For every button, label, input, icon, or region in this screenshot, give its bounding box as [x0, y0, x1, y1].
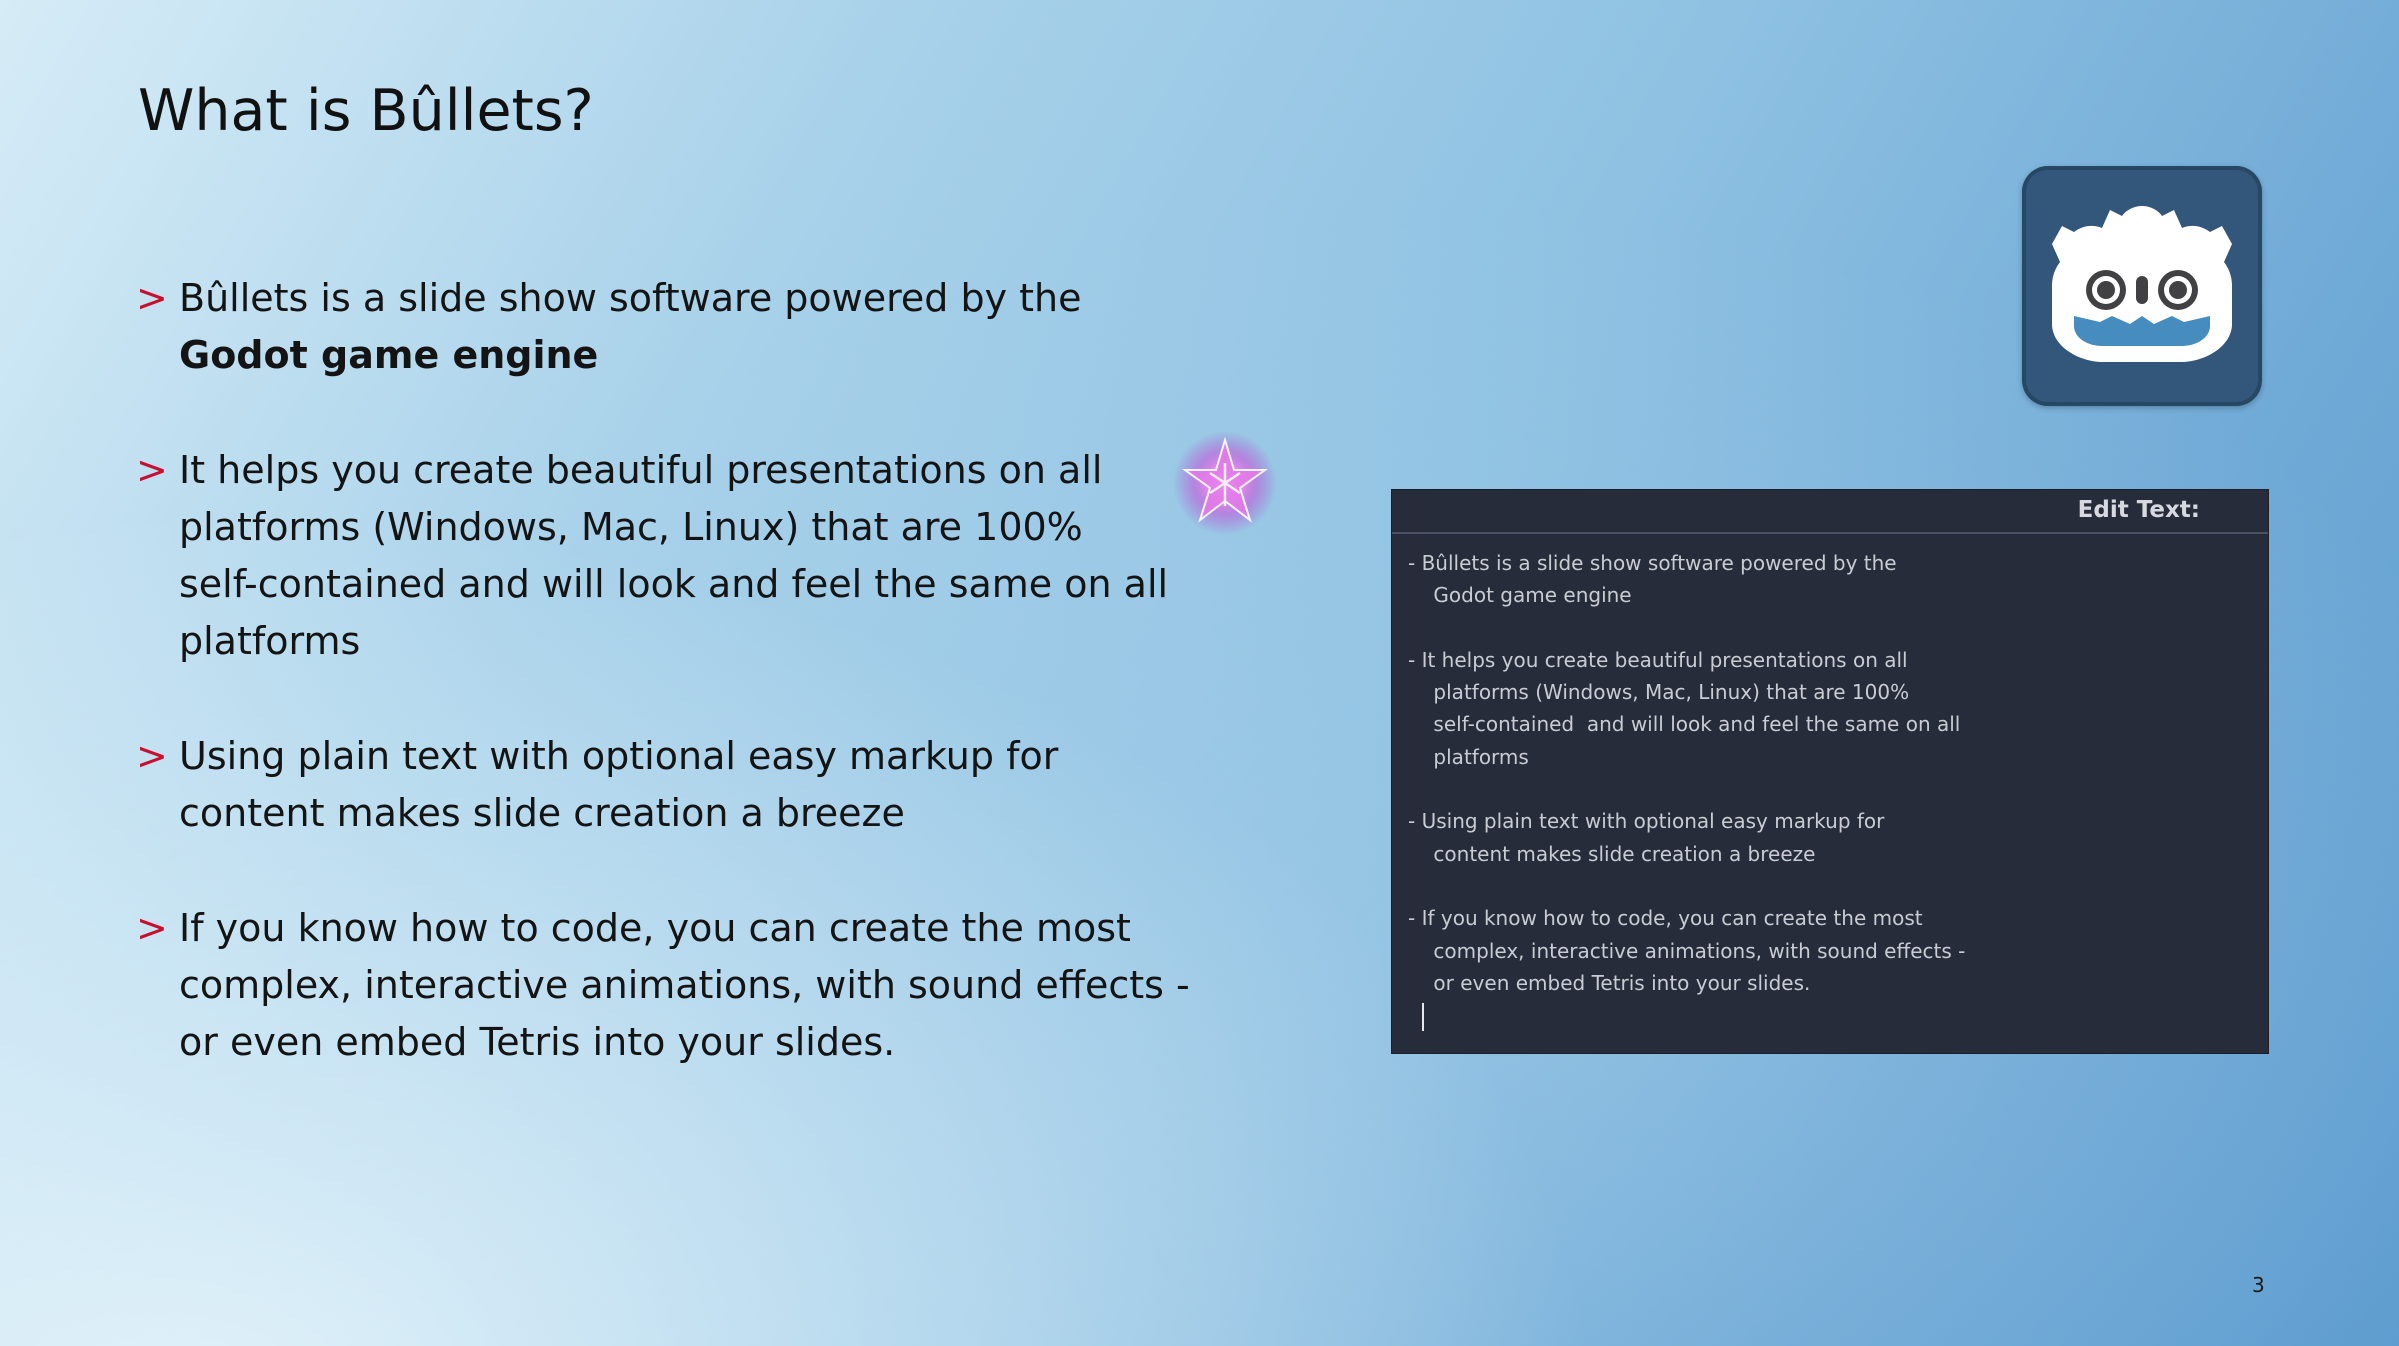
bullet-line: It helps you create beautiful presentati…	[179, 448, 1103, 492]
godot-logo-icon	[2022, 166, 2262, 406]
bullet-marker-icon: >	[136, 276, 168, 320]
editor-line: platforms (Windows, Mac, Linux) that are…	[1408, 680, 1910, 705]
editor-line: platforms	[1408, 744, 1529, 769]
bullet-bold-line: Godot game engine	[179, 333, 599, 377]
bullet-line: complex, interactive animations, with so…	[179, 963, 1190, 1007]
bullet-item: > If you know how to code, you can creat…	[136, 900, 1190, 1071]
text-caret	[1422, 1002, 1424, 1031]
bullet-marker-icon: >	[136, 734, 168, 778]
editor-line: complex, interactive animations, with so…	[1408, 938, 1966, 963]
bullet-line: If you know how to code, you can create …	[179, 906, 1131, 950]
editor-line: or even embed Tetris into your slides.	[1408, 970, 1811, 995]
sparkle-star-icon[interactable]	[1170, 428, 1280, 538]
editor-line: - Using plain text with optional easy ma…	[1408, 809, 1885, 834]
edit-text-panel[interactable]: Edit Text: - Bûllets is a slide show sof…	[1392, 490, 2268, 1053]
slide-title: What is Bûllets?	[138, 78, 594, 144]
editor-line: self-contained and will look and feel th…	[1408, 712, 1961, 737]
bullet-marker-icon: >	[136, 906, 168, 950]
bullet-list: > Bûllets is a slide show software power…	[136, 270, 1190, 1129]
editor-caret-line	[1408, 999, 2268, 1031]
bullet-item: > Using plain text with optional easy ma…	[136, 728, 1116, 842]
edit-text-area[interactable]: - Bûllets is a slide show software power…	[1392, 534, 2268, 1031]
bullet-marker-icon: >	[136, 448, 168, 492]
bullet-line: Using plain text with optional easy mark…	[179, 734, 1059, 778]
bullet-item: > It helps you create beautiful presenta…	[136, 442, 1169, 670]
editor-line: - If you know how to code, you can creat…	[1408, 906, 1923, 931]
bullet-line: platforms (Windows, Mac, Linux) that are…	[179, 505, 1083, 549]
editor-line: - Bûllets is a slide show software power…	[1408, 551, 1897, 575]
bullet-line: self-contained and will look and feel th…	[179, 562, 1169, 606]
editor-line: Godot game engine	[1408, 583, 1632, 608]
bullet-line: or even embed Tetris into your slides.	[179, 1020, 896, 1064]
bullet-line: Bûllets is a slide show software powered…	[179, 276, 1082, 320]
edit-text-header: Edit Text:	[1392, 490, 2268, 534]
editor-line: content makes slide creation a breeze	[1408, 841, 1816, 866]
bullet-item: > Bûllets is a slide show software power…	[136, 270, 1116, 384]
bullet-line: platforms	[179, 619, 361, 663]
editor-line: - It helps you create beautiful presenta…	[1408, 647, 1908, 672]
edit-text-title: Edit Text:	[2077, 497, 2200, 523]
bullet-line: content makes slide creation a breeze	[179, 791, 905, 835]
page-number: 3	[2252, 1273, 2265, 1297]
